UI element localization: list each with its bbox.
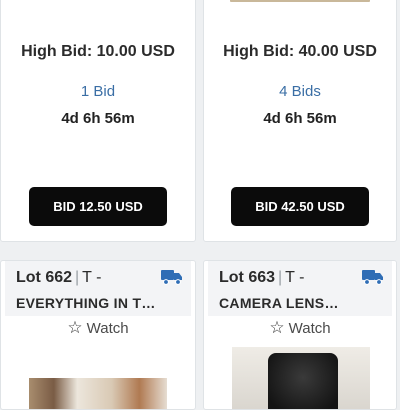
lot-header[interactable]: Lot 663 | T - CAMERA LENS… [208, 261, 392, 316]
lot-separator: | [75, 269, 80, 286]
lot-image[interactable] [232, 347, 370, 409]
time-remaining: 4d 6h 56m [61, 110, 135, 127]
lot-line: Lot 663 | T - [219, 269, 304, 287]
lot-separator: | [278, 269, 283, 286]
lot-card: High Bid: 10.00 USD 1 Bid 4d 6h 56m BID … [0, 0, 196, 242]
watch-label: Watch [86, 320, 129, 337]
high-bid-text: High Bid: 40.00 USD [223, 43, 377, 60]
bid-count-link[interactable]: 4 Bids [204, 83, 396, 100]
lot-image[interactable] [230, 0, 370, 2]
lot-line: Lot 662 | T - [16, 269, 101, 287]
lot-image[interactable] [29, 378, 167, 409]
lot-number: Lot 663 [219, 269, 276, 286]
lot-title[interactable]: EVERYTHING IN T… [16, 295, 156, 311]
lot-title[interactable]: CAMERA LENS… [219, 295, 339, 311]
star-outline-icon: ☆ [67, 318, 83, 337]
watch-button[interactable]: ☆ Watch [204, 318, 396, 338]
watch-label: Watch [288, 320, 331, 337]
lot-header[interactable]: Lot 662 | T - EVERYTHING IN T… [5, 261, 191, 316]
lot-number: Lot 662 [16, 269, 73, 286]
lens-photo [268, 353, 338, 409]
watch-button[interactable]: ☆ Watch [1, 318, 195, 338]
star-outline-icon: ☆ [269, 318, 285, 337]
lot-card: Lot 663 | T - CAMERA LENS… ☆ Watch [203, 260, 397, 410]
bid-count-link[interactable]: 1 Bid [1, 83, 195, 100]
time-remaining: 4d 6h 56m [263, 110, 337, 127]
lot-category: T - [285, 269, 305, 286]
bid-button[interactable]: BID 12.50 USD [29, 187, 167, 226]
high-bid-text: High Bid: 10.00 USD [21, 43, 175, 60]
bid-button[interactable]: BID 42.50 USD [231, 187, 369, 226]
truck-icon [161, 270, 182, 285]
lot-category: T - [82, 269, 102, 286]
truck-icon [362, 270, 383, 285]
lot-card: High Bid: 40.00 USD 4 Bids 4d 6h 56m BID… [203, 0, 397, 242]
lot-card: Lot 662 | T - EVERYTHING IN T… ☆ Watch [0, 260, 196, 410]
